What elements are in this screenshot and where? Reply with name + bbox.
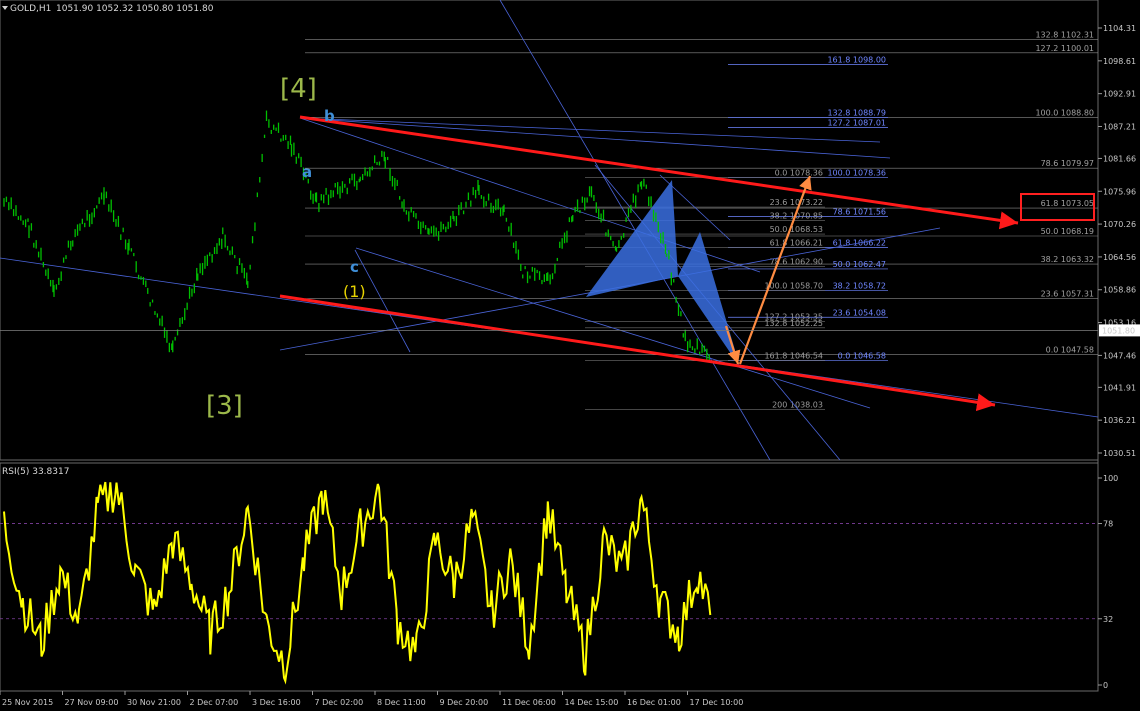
fib-label: 23.6 1073.22 bbox=[770, 198, 823, 207]
fib-label: 127.2 1087.01 bbox=[827, 119, 886, 128]
fib-label: 100.0 1058.70 bbox=[764, 282, 823, 291]
time-tick-label: 16 Dec 01:00 bbox=[627, 698, 681, 707]
price-pane bbox=[0, 0, 1099, 461]
wave-label-4: [4] bbox=[280, 74, 317, 104]
time-tick-label: 3 Dec 16:00 bbox=[252, 698, 301, 707]
rsi-tick-label: 100 bbox=[1103, 474, 1118, 483]
time-tick-label: 27 Nov 09:00 bbox=[65, 698, 119, 707]
fib-label: 100.0 1078.36 bbox=[827, 168, 886, 177]
price-tick-label: 1092.91 bbox=[1103, 90, 1136, 99]
time-tick-label: 25 Nov 2015 bbox=[2, 698, 53, 707]
time-tick-label: 7 Dec 02:00 bbox=[315, 698, 364, 707]
ohlc-label: 1051.90 1052.32 1050.80 1051.80 bbox=[56, 4, 214, 14]
fib-label: 132.8 1102.31 bbox=[1035, 31, 1094, 40]
fib-label: 50.0 1062.47 bbox=[833, 260, 886, 269]
price-tick-label: 1081.66 bbox=[1103, 154, 1136, 163]
time-tick-label: 2 Dec 07:00 bbox=[190, 698, 239, 707]
fib-label: 132.8 1052.25 bbox=[764, 319, 823, 328]
price-tick-label: 1064.56 bbox=[1103, 253, 1136, 262]
symbol-label: GOLD,H1 bbox=[10, 4, 51, 14]
time-tick-label: 8 Dec 11:00 bbox=[377, 698, 426, 707]
fib-label: 161.8 1098.00 bbox=[827, 55, 886, 64]
fib-label: 50.0 1068.53 bbox=[770, 225, 823, 234]
wave-label-c: c bbox=[350, 258, 359, 276]
time-tick-label: 9 Dec 20:00 bbox=[440, 698, 489, 707]
price-tick-label: 1041.91 bbox=[1103, 383, 1136, 392]
time-tick-label: 14 Dec 15:00 bbox=[565, 698, 619, 707]
price-tick-label: 1030.51 bbox=[1103, 449, 1136, 458]
rsi-tick-label: 78 bbox=[1103, 520, 1113, 529]
time-tick-label: 11 Dec 06:00 bbox=[502, 698, 556, 707]
wave-label-1: (1) bbox=[343, 282, 366, 301]
fib-label: 23.6 1057.31 bbox=[1041, 290, 1094, 299]
rsi-pane bbox=[0, 462, 1099, 692]
wave-label-3: [3] bbox=[206, 391, 243, 421]
fib-label: 38.2 1058.72 bbox=[833, 282, 886, 291]
fib-label: 23.6 1054.08 bbox=[833, 308, 886, 317]
price-tick-label: 1036.21 bbox=[1103, 416, 1136, 425]
fib-label: 127.2 1100.01 bbox=[1035, 44, 1094, 53]
wave-label-b: b bbox=[324, 107, 335, 125]
fib-label: 50.0 1068.19 bbox=[1041, 227, 1094, 236]
fib-label: 161.8 1046.54 bbox=[764, 352, 823, 361]
rsi-tick-label: 0 bbox=[1103, 681, 1108, 690]
fib-label: 78.6 1079.97 bbox=[1041, 159, 1094, 168]
time-tick-label: 17 Dec 10:00 bbox=[690, 698, 744, 707]
fib-label: 61.8 1066.21 bbox=[770, 238, 823, 247]
fib-label: 78.6 1071.56 bbox=[833, 208, 886, 217]
price-tick-label: 1058.86 bbox=[1103, 286, 1136, 295]
price-tick-label: 1104.31 bbox=[1103, 24, 1136, 33]
fib-label: 0.0 1078.36 bbox=[775, 168, 823, 177]
price-tick-label: 1098.61 bbox=[1103, 57, 1136, 66]
fib-label: 61.8 1073.05 bbox=[1041, 199, 1094, 208]
price-tick-label: 1087.21 bbox=[1103, 122, 1136, 131]
current-price-label: 1051.80 bbox=[1102, 326, 1135, 335]
fib-label: 0.0 1047.58 bbox=[1046, 346, 1094, 355]
price-tick-label: 1075.96 bbox=[1103, 187, 1136, 196]
rsi-label: RSI(5) 33.8317 bbox=[2, 467, 69, 477]
chart-root: 132.8 1102.31 127.2 1100.01 100.0 1088.80 7… bbox=[0, 0, 1140, 711]
time-tick-label: 30 Nov 21:00 bbox=[127, 698, 181, 707]
wave-label-a: a bbox=[302, 163, 312, 181]
fib-label: 132.8 1088.79 bbox=[827, 108, 886, 117]
price-tick-label: 1070.26 bbox=[1103, 220, 1136, 229]
rsi-tick-label: 32 bbox=[1103, 615, 1113, 624]
price-tick-label: 1047.46 bbox=[1103, 351, 1136, 360]
fib-label: 0.0 1046.58 bbox=[838, 351, 886, 360]
fib-label: 38.2 1063.32 bbox=[1041, 255, 1094, 264]
fib-label: 100.0 1088.80 bbox=[1035, 108, 1094, 117]
chart-canvas: 132.8 1102.31 127.2 1100.01 100.0 1088.80 7… bbox=[0, 0, 1140, 707]
